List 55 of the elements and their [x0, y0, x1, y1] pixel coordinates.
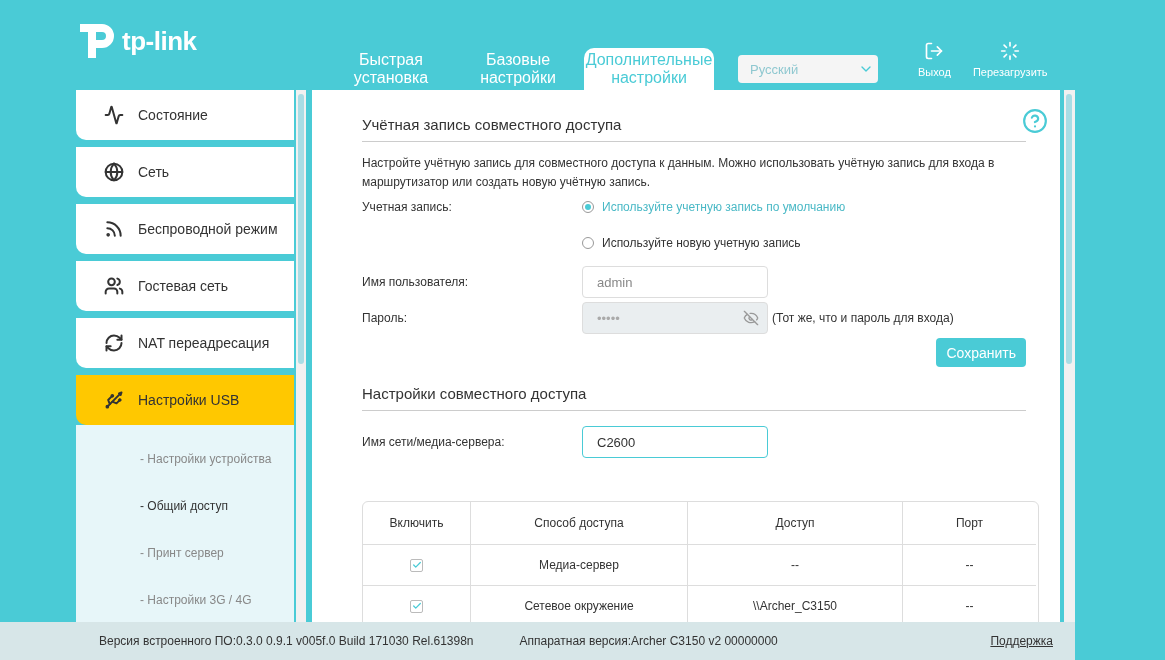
table-cell: Медиа-сервер: [471, 545, 688, 586]
table-cell: --: [903, 545, 1036, 586]
hardware-version: Аппаратная версия:Archer C3150 v2 00000000: [519, 634, 778, 648]
network-icon: [104, 162, 124, 182]
usb-icon: [104, 390, 124, 410]
table-cell: --: [688, 545, 903, 586]
column-header: Доступ: [688, 502, 903, 545]
save-button[interactable]: Сохранить: [936, 338, 1026, 367]
nav-tab[interactable]: Быстрая установка: [330, 48, 452, 90]
section-title: Настройки совместного доступа: [362, 375, 1026, 411]
help-icon[interactable]: [1022, 108, 1048, 134]
server-name-field[interactable]: C2600: [582, 426, 768, 458]
nav-tab[interactable]: Дополнительные настройки: [584, 48, 714, 90]
sidebar-item[interactable]: Гостевая сеть: [76, 261, 294, 311]
reboot-button[interactable]: Перезагрузить: [972, 41, 1048, 78]
column-header: Включить: [363, 502, 471, 545]
username-field[interactable]: admin: [582, 266, 768, 298]
submenu-item[interactable]: - Общий доступ: [76, 482, 294, 529]
sidebar-item[interactable]: Беспроводной режим: [76, 204, 294, 254]
scrollbar[interactable]: [296, 90, 306, 622]
language-select[interactable]: Русский: [738, 55, 878, 83]
support-link[interactable]: Поддержка: [990, 634, 1053, 648]
checkbox[interactable]: [410, 558, 423, 572]
column-header: Способ доступа: [471, 502, 688, 545]
description-text: Настройте учётную запись для совместного доступа к данным. Можно использовать учётную запись для входа в маршрутизатор или создать новую учётную запись.: [362, 155, 996, 191]
scrollbar-thumb[interactable]: [298, 94, 304, 364]
nav-tab[interactable]: Базовые настройки: [452, 48, 584, 90]
guest-icon: [104, 276, 124, 296]
submenu-item[interactable]: - Настройки устройства: [76, 435, 294, 482]
sidebar-item[interactable]: NAT переадресация: [76, 318, 294, 368]
sidebar-item[interactable]: Настройки USB: [76, 375, 294, 425]
column-header: Порт: [903, 502, 1036, 545]
scrollbar[interactable]: [1064, 90, 1075, 622]
status-icon: [104, 105, 124, 125]
submenu-item[interactable]: - Принт сервер: [76, 529, 294, 576]
logout-icon: [924, 41, 945, 61]
section-title: Учётная запись совместного доступа: [362, 106, 1026, 142]
submenu-item[interactable]: - Настройки 3G / 4G: [76, 576, 294, 622]
spinner-icon: [1000, 41, 1021, 61]
logout-button[interactable]: Выход: [918, 41, 951, 78]
radio-option[interactable]: Используйте учетную запись по умолчанию: [582, 200, 846, 214]
field-label: Учетная запись:: [362, 200, 453, 214]
wireless-icon: [104, 219, 124, 239]
logo-text: tp-link: [122, 25, 197, 57]
checkbox[interactable]: [410, 599, 423, 613]
field-label: Имя сети/медиа-сервера:: [362, 435, 506, 449]
password-note: (Тот же, что и пароль для входа): [772, 311, 954, 325]
field-label: Имя пользователя:: [362, 275, 470, 289]
nat-icon: [104, 333, 124, 353]
sidebar-item[interactable]: Сеть: [76, 147, 294, 197]
firmware-version: Версия встроенного ПО:0.3.0 0.9.1 v005f.0 Build 171030 Rel.61398n: [99, 634, 474, 648]
field-label: Пароль:: [362, 311, 408, 325]
scrollbar-thumb[interactable]: [1066, 94, 1072, 364]
radio-option[interactable]: Используйте новую учетную запись: [582, 236, 801, 250]
sidebar-item[interactable]: Состояние: [76, 90, 294, 140]
